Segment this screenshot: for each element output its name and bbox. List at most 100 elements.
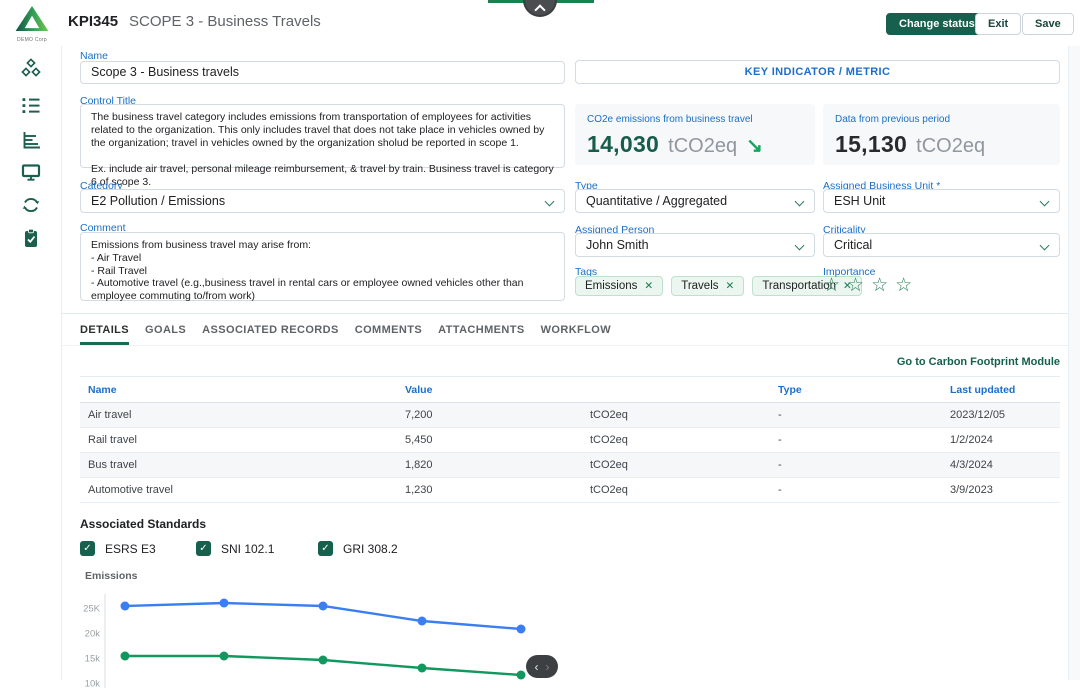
modules-cubes-icon[interactable]: [19, 56, 43, 80]
checkbox-checked-icon[interactable]: ✓: [196, 541, 211, 556]
tab-comments[interactable]: COMMENTS: [355, 324, 422, 345]
table-cell: -: [778, 459, 950, 471]
key-indicator-badge[interactable]: KEY INDICATOR / METRIC: [575, 60, 1060, 84]
chart-point: [220, 599, 229, 608]
table-cell: 5,450: [405, 434, 590, 446]
table-cell: Rail travel: [80, 434, 405, 446]
details-table: NameValue TypeLast updated Air travel7,20…: [80, 376, 1060, 503]
table-cell: -: [778, 409, 950, 421]
section-divider: [62, 313, 1068, 314]
tag-remove-icon[interactable]: ✕: [726, 280, 735, 292]
tag-chip-label: Travels: [681, 280, 718, 292]
change-status-button[interactable]: Change status: [886, 13, 988, 35]
standard-label: SNI 102.1: [221, 542, 274, 556]
list-icon[interactable]: [19, 93, 43, 117]
kpi-card-previous: Data from previous period 15,130 tCO2eq: [823, 104, 1060, 165]
tag-remove-icon[interactable]: ✕: [644, 280, 653, 292]
table-header-cell: Last updated: [950, 384, 1060, 396]
star-icon[interactable]: ☆: [847, 274, 864, 297]
importance-stars: ☆ ☆ ☆ ☆: [823, 274, 912, 297]
table-cell: tCO2eq: [590, 484, 778, 496]
tag-chip[interactable]: Emissions ✕: [575, 276, 663, 296]
chevron-left-icon[interactable]: ‹: [535, 661, 539, 673]
table-cell: 1,820: [405, 459, 590, 471]
comment-textarea[interactable]: Emissions from business travel may arise…: [80, 232, 565, 301]
assigned-business-unit-value: ESH Unit: [834, 194, 885, 208]
tag-chip-label: Emissions: [585, 280, 637, 292]
chart-point: [418, 664, 427, 673]
table-row: Bus travel1,820tCO2eq-4/3/2024: [80, 453, 1060, 478]
exit-button[interactable]: Exit: [975, 13, 1021, 35]
star-icon[interactable]: ☆: [871, 274, 888, 297]
type-value: Quantitative / Aggregated: [586, 194, 727, 208]
monitor-icon[interactable]: [19, 160, 43, 184]
tab-goals[interactable]: GOALS: [145, 324, 186, 345]
line-chart-canvas: 25K20k15k10k: [75, 568, 570, 688]
table-cell: Air travel: [80, 409, 405, 421]
chart-point: [418, 617, 427, 626]
save-button[interactable]: Save: [1022, 13, 1074, 35]
table-row: Air travel7,200tCO2eq-2023/12/05: [80, 403, 1060, 428]
tab-associated-records[interactable]: ASSOCIATED RECORDS: [202, 324, 339, 345]
table-cell: 1,230: [405, 484, 590, 496]
control-title-textarea[interactable]: The business travel category includes em…: [80, 104, 565, 168]
tasks-clipboard-icon[interactable]: [19, 226, 43, 250]
table-cell: -: [778, 434, 950, 446]
sync-icon[interactable]: [19, 193, 43, 217]
chevron-down-icon: [545, 197, 555, 207]
tab-details[interactable]: DETAILS: [80, 324, 129, 345]
tab-attachments[interactable]: ATTACHMENTS: [438, 324, 524, 345]
table-cell: tCO2eq: [590, 409, 778, 421]
kpi-card-current: CO2e emissions from business travel 14,0…: [575, 104, 815, 165]
chevron-up-icon: [534, 4, 545, 15]
standard-label: ESRS E3: [105, 542, 156, 556]
page-title: SCOPE 3 - Business Travels: [129, 13, 321, 30]
star-icon[interactable]: ☆: [895, 274, 912, 297]
category-value: E2 Pollution / Emissions: [91, 194, 225, 208]
chart-point: [517, 671, 526, 680]
table-header-cell: Value: [405, 384, 590, 396]
standard-item: ✓ SNI 102.1: [196, 541, 274, 556]
tab-bar: DETAILS GOALS ASSOCIATED RECORDS COMMENTS AT…: [80, 324, 611, 345]
carbon-footprint-module-link[interactable]: Go to Carbon Footprint Module: [800, 356, 1060, 368]
header-titles: KPI345 SCOPE 3 - Business Travels: [68, 13, 321, 30]
category-select[interactable]: E2 Pollution / Emissions: [80, 189, 565, 213]
table-cell: 7,200: [405, 409, 590, 421]
checkbox-checked-icon[interactable]: ✓: [318, 541, 333, 556]
chart-point: [319, 656, 328, 665]
type-select[interactable]: Quantitative / Aggregated: [575, 189, 815, 213]
table-cell: tCO2eq: [590, 459, 778, 471]
table-cell: Bus travel: [80, 459, 405, 471]
table-header-row: NameValue TypeLast updated: [80, 376, 1060, 403]
name-input[interactable]: Scope 3 - Business travels: [80, 61, 565, 84]
kpi-previous-unit: tCO2eq: [916, 135, 985, 158]
table-row: Automotive travel1,230tCO2eq-3/9/2023: [80, 478, 1060, 503]
bar-chart-icon[interactable]: [19, 128, 43, 152]
trend-down-arrow-icon: ↘: [746, 133, 763, 158]
table-row: Rail travel5,450tCO2eq-1/2/2024: [80, 428, 1060, 453]
table-cell: 4/3/2024: [950, 459, 1060, 471]
table-header-cell: Name: [80, 384, 405, 396]
star-icon[interactable]: ☆: [823, 274, 840, 297]
table-header-cell: Type: [778, 384, 950, 396]
y-axis-tick: 25K: [83, 604, 101, 615]
tag-chip[interactable]: Travels ✕: [671, 276, 744, 296]
kpi-id: KPI345: [68, 13, 118, 30]
tabs-divider: [62, 345, 1068, 346]
kpi-previous-value: 15,130: [835, 131, 907, 158]
right-gutter: [1068, 46, 1080, 680]
assigned-business-unit-select[interactable]: ESH Unit: [823, 189, 1060, 213]
chevron-down-icon: [1040, 197, 1050, 207]
assigned-person-select[interactable]: John Smith: [575, 233, 815, 257]
chart-point: [121, 602, 130, 611]
y-axis-tick: 20k: [85, 629, 101, 640]
logo-text: DEMO Corp: [10, 37, 54, 43]
kpi-current-unit: tCO2eq: [668, 135, 737, 158]
checkbox-checked-icon[interactable]: ✓: [80, 541, 95, 556]
tab-workflow[interactable]: WORKFLOW: [541, 324, 611, 345]
associated-standards-title: Associated Standards: [80, 517, 206, 531]
assigned-person-value: John Smith: [586, 238, 649, 252]
chevron-right-icon[interactable]: ›: [546, 661, 550, 673]
criticality-select[interactable]: Critical: [823, 233, 1060, 257]
chart-point: [517, 625, 526, 634]
